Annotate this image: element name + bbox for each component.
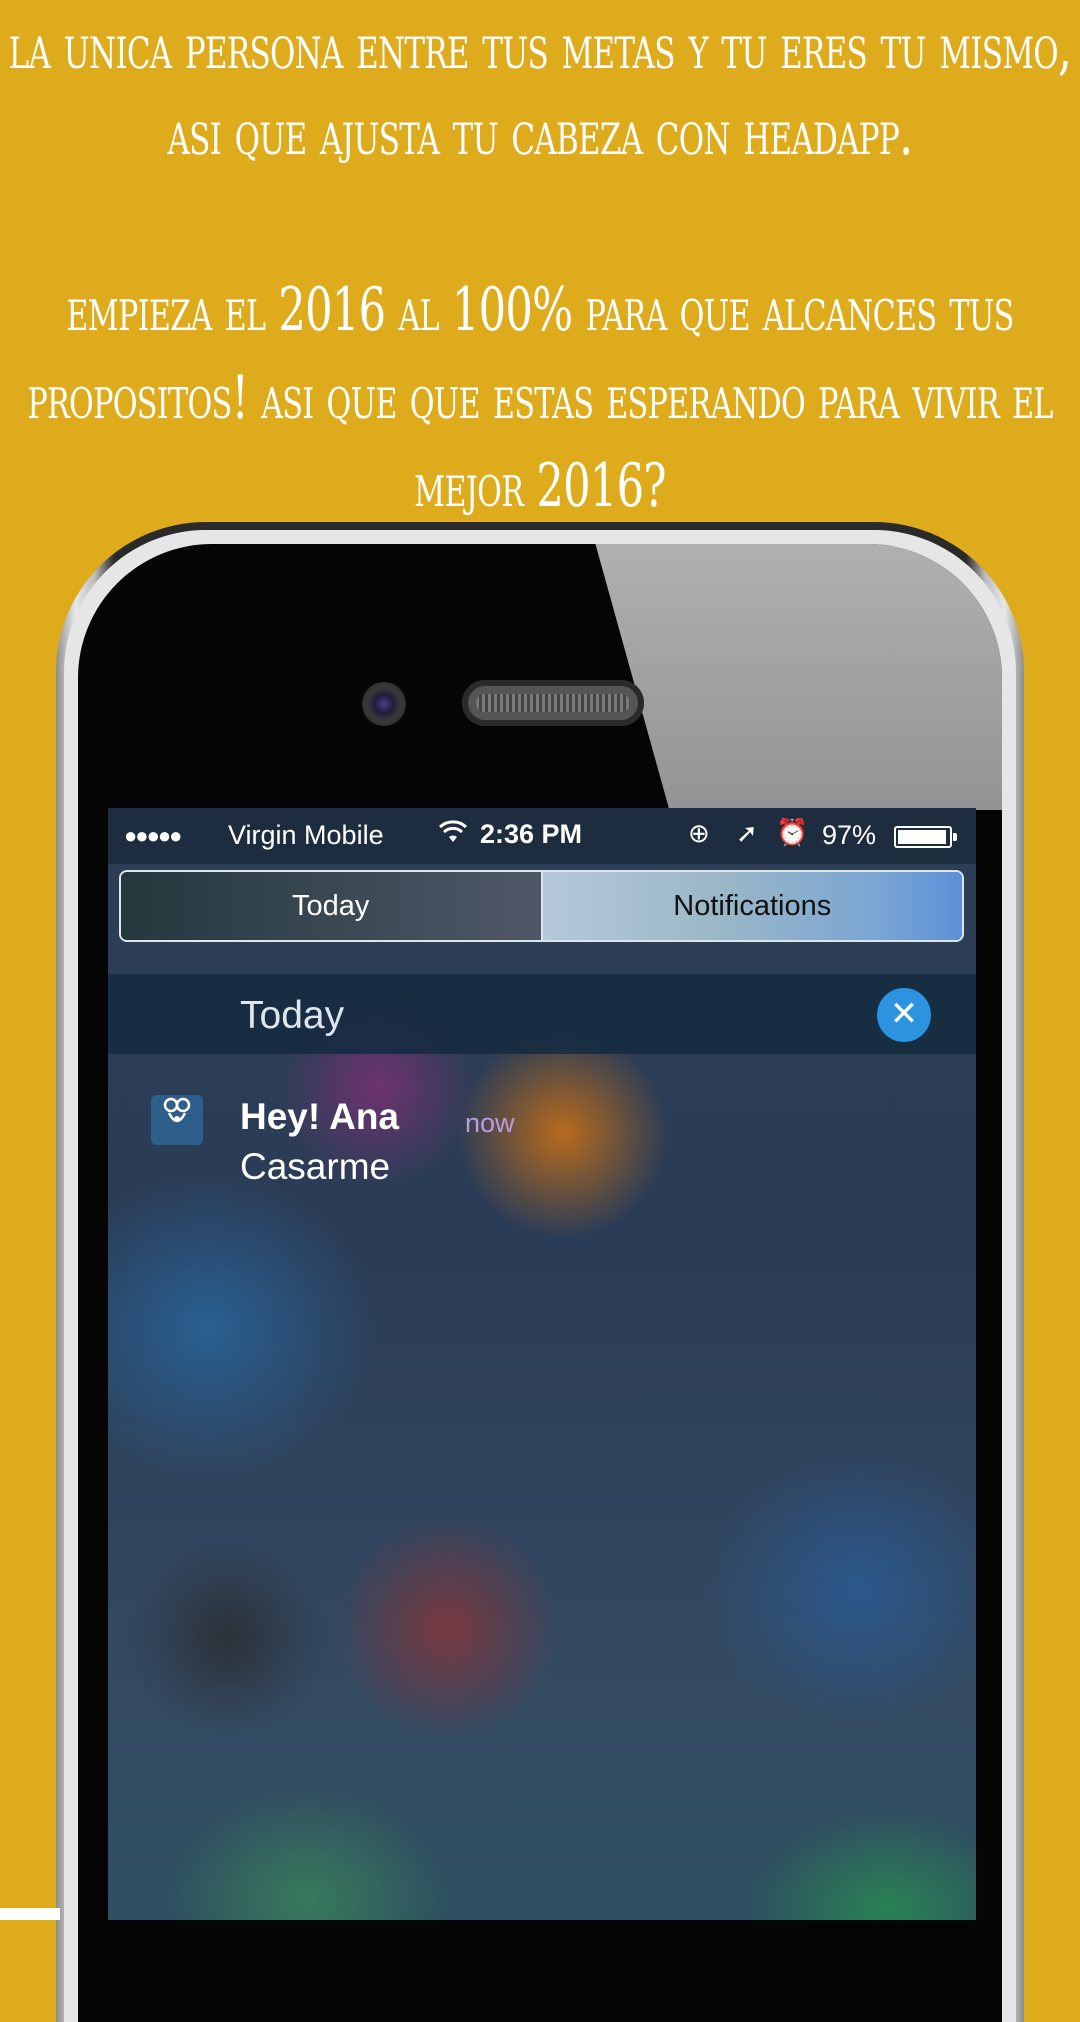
carrier-name: Virgin Mobile xyxy=(228,820,384,850)
tab-today[interactable]: Today xyxy=(121,872,541,940)
status-bar: ●●●●● Virgin Mobile 2:36 PM ⊕ ➚ ⏰ 97% xyxy=(108,808,976,864)
earpiece-speaker xyxy=(462,680,644,726)
promo-text-1: LA UNICA PERSONA ENTRE TUS METAS Y TU ER… xyxy=(8,10,1072,169)
status-time: 2:36 PM xyxy=(480,819,583,849)
section-header: Today ✕ xyxy=(108,974,976,1054)
section-title: Today xyxy=(240,994,345,1037)
close-icon: ✕ xyxy=(889,995,919,1033)
clear-notifications-button[interactable]: ✕ xyxy=(877,988,931,1042)
headapp-icon xyxy=(151,1095,203,1145)
notification-item[interactable]: Hey! Ana now Casarme xyxy=(108,1068,976,1188)
location-icon: ➚ xyxy=(736,818,758,848)
notification-title: Hey! Ana xyxy=(240,1096,400,1137)
battery-icon xyxy=(894,826,957,848)
view-switcher: Today Notifications xyxy=(119,870,964,942)
rotation-lock-icon: ⊕ xyxy=(688,818,710,848)
alarm-icon: ⏰ xyxy=(776,817,809,847)
signal-strength-icon: ●●●●● xyxy=(124,823,182,848)
tab-notifications[interactable]: Notifications xyxy=(540,872,962,940)
wifi-icon xyxy=(438,818,468,851)
battery-percent: 97% xyxy=(822,820,877,850)
front-camera xyxy=(362,682,406,726)
phone-screen: ●●●●● Virgin Mobile 2:36 PM ⊕ ➚ ⏰ 97% To… xyxy=(108,808,976,1920)
bottom-edge xyxy=(0,1908,60,1920)
promo-text-2: EMPIEZA EL 2016 AL 100% PARA QUE ALCANCE… xyxy=(27,275,1053,521)
notification-body: Casarme xyxy=(240,1146,391,1187)
notification-time: now xyxy=(465,1108,515,1138)
